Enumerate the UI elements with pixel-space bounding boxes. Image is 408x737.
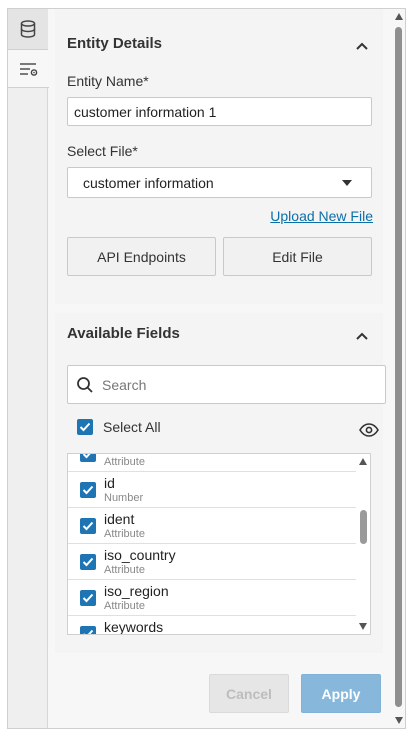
icon-rail — [8, 9, 49, 728]
checkbox-checked-icon[interactable] — [80, 454, 96, 462]
checkbox-checked-icon[interactable] — [80, 554, 96, 570]
rail-tab-database[interactable] — [8, 9, 48, 50]
field-name: iso_country — [104, 547, 176, 563]
select-all-checkbox[interactable]: Select All — [77, 419, 161, 435]
checkbox-checked-icon[interactable] — [80, 482, 96, 498]
scroll-down-icon[interactable] — [359, 623, 367, 630]
scroll-thumb[interactable] — [395, 27, 402, 707]
entity-details-section: Entity Details Entity Name* customer inf… — [55, 9, 383, 304]
rail-tab-settings[interactable] — [8, 50, 49, 88]
checkbox-checked-icon[interactable] — [80, 518, 96, 534]
available-fields-section: Available Fields Search Select All Attri… — [55, 313, 386, 653]
field-type: Number — [104, 492, 144, 504]
edit-file-button[interactable]: Edit File — [223, 237, 372, 276]
field-name: keywords — [104, 619, 164, 635]
entity-name-input[interactable]: customer information 1 — [67, 97, 372, 126]
list-item[interactable]: id Number — [68, 472, 358, 508]
select-file-value: customer information — [83, 174, 214, 191]
panel-scrollbar[interactable] — [393, 9, 405, 728]
scroll-thumb[interactable] — [360, 510, 367, 544]
apply-button[interactable]: Apply — [301, 674, 381, 713]
field-type: Attribute — [104, 456, 145, 468]
select-file-label: Select File* — [67, 143, 138, 159]
settings-list-icon — [19, 62, 37, 76]
fields-list[interactable]: Attribute id Number ident Attribute iso_… — [67, 453, 371, 635]
checkbox-checked-icon[interactable] — [80, 626, 96, 634]
search-icon — [77, 376, 93, 393]
main-panel: Entity Details Entity Name* customer inf… — [49, 9, 395, 728]
search-placeholder: Search — [102, 376, 147, 393]
list-item[interactable]: iso_country Attribute — [68, 544, 358, 580]
field-name: id — [104, 475, 115, 491]
list-item[interactable]: keywords — [68, 616, 358, 635]
select-file-dropdown[interactable]: customer information — [67, 167, 372, 198]
database-icon — [20, 20, 36, 38]
scroll-up-icon[interactable] — [395, 13, 403, 20]
available-fields-title: Available Fields — [67, 325, 180, 342]
caret-down-icon — [342, 179, 352, 186]
field-name: iso_region — [104, 583, 169, 599]
cancel-button[interactable]: Cancel — [209, 674, 289, 713]
select-all-label: Select All — [103, 419, 161, 435]
checkbox-checked-icon[interactable] — [80, 590, 96, 606]
search-input[interactable]: Search — [67, 365, 386, 404]
field-type: Attribute — [104, 564, 145, 576]
field-name: ident — [104, 511, 135, 527]
eye-icon[interactable] — [359, 423, 379, 437]
chevron-up-icon[interactable] — [355, 39, 369, 53]
upload-new-file-link[interactable]: Upload New File — [270, 208, 373, 224]
api-endpoints-button[interactable]: API Endpoints — [67, 237, 216, 276]
entity-name-label: Entity Name* — [67, 73, 149, 89]
entity-details-title: Entity Details — [67, 35, 163, 52]
scroll-down-icon[interactable] — [395, 717, 403, 724]
entity-panel: Entity Details Entity Name* customer inf… — [7, 8, 406, 729]
field-type: Attribute — [104, 600, 145, 612]
chevron-up-icon[interactable] — [355, 329, 369, 343]
list-item[interactable]: iso_region Attribute — [68, 580, 358, 616]
fields-list-scrollbar[interactable] — [356, 454, 370, 634]
list-item[interactable]: Attribute — [68, 454, 358, 472]
field-type: Attribute — [104, 528, 145, 540]
scroll-up-icon[interactable] — [359, 458, 367, 465]
checkbox-checked-icon — [77, 419, 93, 435]
list-item[interactable]: ident Attribute — [68, 508, 358, 544]
